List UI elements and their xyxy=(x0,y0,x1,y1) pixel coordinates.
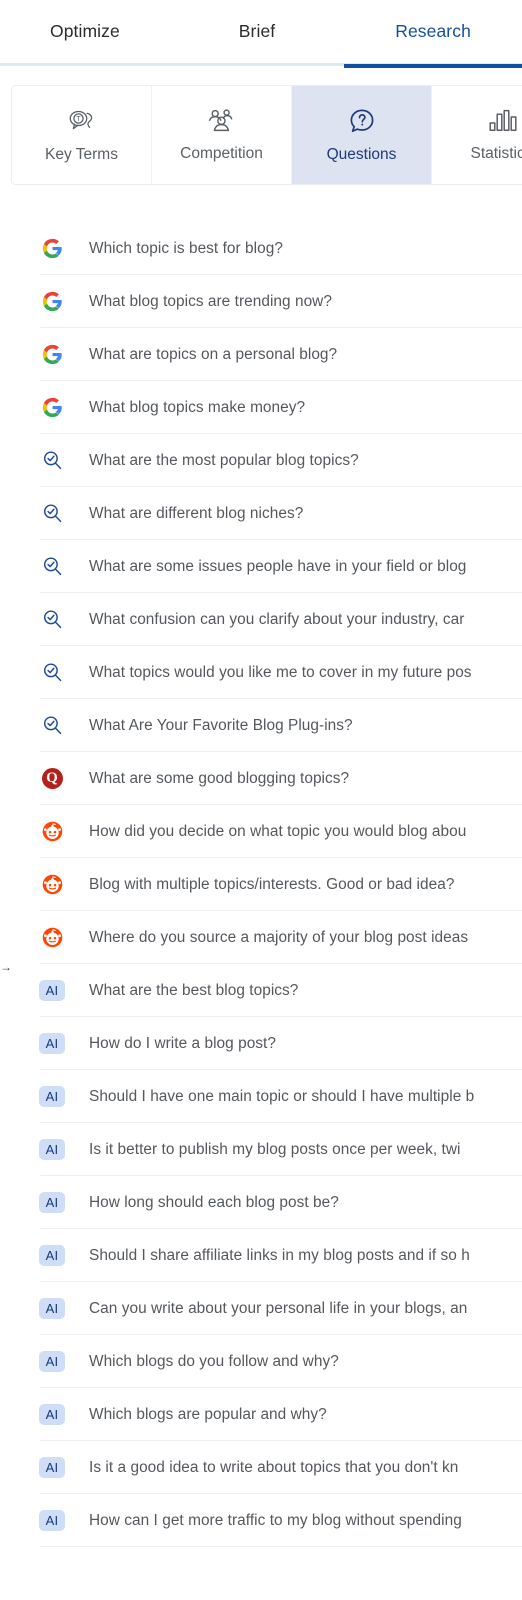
question-row[interactable]: What topics would you like me to cover i… xyxy=(0,646,522,699)
question-row[interactable]: How did you decide on what topic you wou… xyxy=(0,805,522,858)
tab-optimize[interactable]: Optimize xyxy=(0,0,170,65)
question-text: What are different blog niches? xyxy=(89,504,304,522)
question-row[interactable]: AI Can you write about your personal life… xyxy=(0,1282,522,1335)
question-row[interactable]: AI Which blogs do you follow and why? xyxy=(0,1335,522,1388)
question-row[interactable]: What are topics on a personal blog? xyxy=(0,328,522,381)
question-text: What confusion can you clarify about you… xyxy=(89,610,465,628)
subtab-questions[interactable]: Questions xyxy=(292,86,432,184)
ai-badge-icon: AI xyxy=(36,1192,68,1213)
ai-badge-icon: AI xyxy=(36,1298,68,1319)
subtab-questions-label: Questions xyxy=(326,145,397,163)
question-text: What Are Your Favorite Blog Plug-ins? xyxy=(89,716,353,734)
ai-badge-icon: AI xyxy=(36,1510,68,1531)
speech-bubble-t-icon: T xyxy=(67,107,97,135)
question-row[interactable]: Blog with multiple topics/interests. Goo… xyxy=(0,858,522,911)
question-text: Is it a good idea to write about topics … xyxy=(89,1458,459,1476)
google-icon xyxy=(36,344,68,365)
question-text: Blog with multiple topics/interests. Goo… xyxy=(89,875,455,893)
search-check-icon xyxy=(36,662,68,683)
subtab-key-terms-label: Key Terms xyxy=(45,145,118,163)
subtab-statistics[interactable]: Statistics xyxy=(432,86,522,184)
question-text: What topics would you like me to cover i… xyxy=(89,663,472,681)
question-text: Can you write about your personal life i… xyxy=(89,1299,468,1317)
subtab-key-terms[interactable]: T Key Terms xyxy=(12,86,152,184)
primary-tab-bar: Optimize Brief Research xyxy=(0,0,522,68)
question-row[interactable]: AI How long should each blog post be? xyxy=(0,1176,522,1229)
tab-research[interactable]: Research xyxy=(344,0,522,68)
question-row[interactable]: AI Which blogs are popular and why? xyxy=(0,1388,522,1441)
question-text: What are the most popular blog topics? xyxy=(89,451,359,469)
question-text: Which blogs are popular and why? xyxy=(89,1405,327,1423)
question-text: Where do you source a majority of your b… xyxy=(89,928,469,946)
tab-research-label: Research xyxy=(395,21,471,41)
question-row[interactable]: Where do you source a majority of your b… xyxy=(0,911,522,964)
bar-chart-icon xyxy=(487,108,517,134)
question-text: What are some issues people have in your… xyxy=(89,557,467,575)
ai-badge-icon: AI xyxy=(36,1404,68,1425)
question-row[interactable]: What are some issues people have in your… xyxy=(0,540,522,593)
quora-icon: Q xyxy=(36,768,68,789)
research-questions-panel: Optimize Brief Research T Key Terms Comp… xyxy=(0,0,522,1600)
ai-badge-icon: AI xyxy=(36,980,68,1001)
ai-badge-icon: AI xyxy=(36,1351,68,1372)
question-row[interactable]: AI How can I get more traffic to my blog … xyxy=(0,1494,522,1547)
question-text: What are some good blogging topics? xyxy=(89,769,350,787)
question-text: Which blogs do you follow and why? xyxy=(89,1352,339,1370)
question-row[interactable]: What confusion can you clarify about you… xyxy=(0,593,522,646)
question-row[interactable]: AI Should I share affiliate links in my b… xyxy=(0,1229,522,1282)
search-check-icon xyxy=(36,715,68,736)
tab-brief[interactable]: Brief xyxy=(170,0,344,65)
svg-text:T: T xyxy=(76,114,81,123)
subtab-statistics-label: Statistics xyxy=(470,144,522,162)
search-check-icon xyxy=(36,609,68,630)
question-text: Should I share affiliate links in my blo… xyxy=(89,1246,470,1264)
question-text: How long should each blog post be? xyxy=(89,1193,339,1211)
question-row[interactable]: AI What are the best blog topics? xyxy=(0,964,522,1017)
ai-badge-icon: AI xyxy=(36,1033,68,1054)
question-row[interactable]: AI Is it better to publish my blog posts … xyxy=(0,1123,522,1176)
question-text: How did you decide on what topic you wou… xyxy=(89,822,467,840)
question-text: What blog topics make money? xyxy=(89,398,306,416)
question-row[interactable]: AI Is it a good idea to write about topic… xyxy=(0,1441,522,1494)
reddit-icon xyxy=(36,927,68,948)
question-row[interactable]: AI How do I write a blog post? xyxy=(0,1017,522,1070)
question-row[interactable]: AI Should I have one main topic or should… xyxy=(0,1070,522,1123)
search-check-icon xyxy=(36,503,68,524)
questions-list: Which topic is best for blog? What blog t… xyxy=(0,222,522,1547)
question-row[interactable]: Q What are some good blogging topics? xyxy=(0,752,522,805)
subtab-competition[interactable]: Competition xyxy=(152,86,292,184)
question-row[interactable]: What blog topics make money? xyxy=(0,381,522,434)
question-row[interactable]: What blog topics are trending now? xyxy=(0,275,522,328)
google-icon xyxy=(36,291,68,312)
question-text: Is it better to publish my blog posts on… xyxy=(89,1140,461,1158)
question-row[interactable]: Which topic is best for blog? xyxy=(0,222,522,275)
search-check-icon xyxy=(36,556,68,577)
question-text: What blog topics are trending now? xyxy=(89,292,332,310)
subtab-competition-label: Competition xyxy=(180,144,263,162)
reddit-icon xyxy=(36,821,68,842)
question-row[interactable]: What are different blog niches? xyxy=(0,487,522,540)
question-text: Should I have one main topic or should I… xyxy=(89,1087,475,1105)
question-text: What are the best blog topics? xyxy=(89,981,299,999)
ai-badge-icon: AI xyxy=(36,1086,68,1107)
google-icon xyxy=(36,397,68,418)
question-text: What are topics on a personal blog? xyxy=(89,345,338,363)
question-text: Which topic is best for blog? xyxy=(89,239,283,257)
ai-badge-icon: AI xyxy=(36,1139,68,1160)
people-group-icon xyxy=(207,108,237,134)
question-text: How do I write a blog post? xyxy=(89,1034,276,1052)
ai-badge-icon: AI xyxy=(36,1245,68,1266)
research-subtab-bar: T Key Terms Competition Questions Statis… xyxy=(0,66,522,186)
tab-brief-label: Brief xyxy=(238,21,276,41)
question-text: How can I get more traffic to my blog wi… xyxy=(89,1511,462,1529)
google-icon xyxy=(36,238,68,259)
question-bubble-icon xyxy=(348,107,376,135)
tab-optimize-label: Optimize xyxy=(50,21,120,41)
ai-badge-icon: AI xyxy=(36,1457,68,1478)
reddit-icon xyxy=(36,874,68,895)
question-row[interactable]: What are the most popular blog topics? xyxy=(0,434,522,487)
search-check-icon xyxy=(36,450,68,471)
question-row[interactable]: What Are Your Favorite Blog Plug-ins? xyxy=(0,699,522,752)
